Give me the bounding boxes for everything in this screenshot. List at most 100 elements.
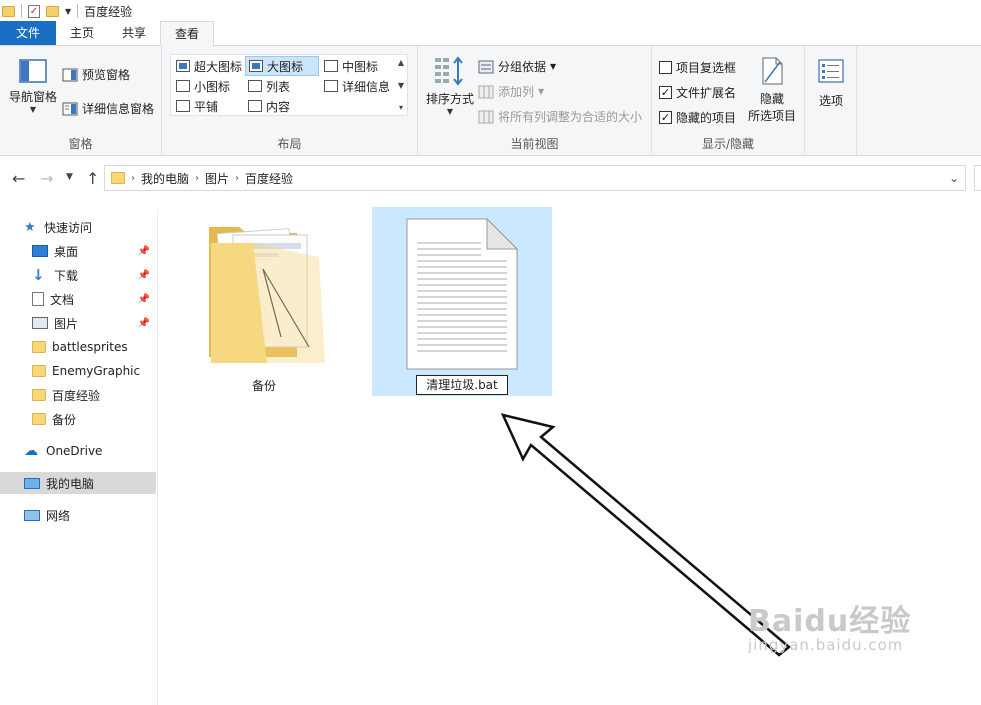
chevron-down-icon[interactable]: ▼ [398, 81, 404, 90]
pin-icon[interactable]: 📌 [138, 246, 150, 257]
size-all-columns-button[interactable]: 将所有列调整为合适的大小 [478, 108, 642, 125]
sidebar-item-label: battlesprites [52, 340, 128, 354]
layout-item-label: 小图标 [194, 79, 231, 94]
sidebar-item-enemygraphic[interactable]: EnemyGraphic [0, 360, 156, 382]
add-columns-button[interactable]: 添加列 ▼ [478, 83, 544, 100]
address-bar[interactable]: › 我的电脑 › 图片 › 百度经验 ⌄ [104, 165, 966, 191]
chevron-right-icon[interactable]: › [235, 173, 239, 184]
pin-icon[interactable]: 📌 [138, 270, 150, 281]
sidebar-item-documents[interactable]: 文档 📌 [0, 288, 156, 310]
chevron-right-icon[interactable]: › [195, 173, 199, 184]
details-pane-button[interactable]: 详细信息窗格 [62, 100, 154, 117]
extra-large-icons-icon [176, 60, 190, 72]
file-extensions-toggle[interactable]: ✓ 文件扩展名 [659, 84, 736, 101]
breadcrumb-baidu-jingyan[interactable]: 百度经验 [245, 170, 293, 187]
up-arrow-icon[interactable]: ↑ [86, 169, 99, 188]
tab-file[interactable]: 文件 [0, 21, 56, 45]
group-by-button[interactable]: 分组依据 ▼ [478, 58, 556, 75]
navigation-pane-button[interactable]: 导航窗格 ▼ [6, 58, 60, 114]
hidden-items-toggle[interactable]: ✓ 隐藏的项目 [659, 109, 736, 126]
sidebar-item-desktop[interactable]: 桌面 📌 [0, 240, 156, 262]
layout-extra-large-icons[interactable]: 超大图标 [173, 56, 245, 76]
chevron-down-icon: ▼ [550, 62, 557, 71]
forward-arrow-icon[interactable]: → [40, 169, 53, 188]
sidebar-item-label: 文档 [50, 292, 75, 307]
sidebar-item-label: 网络 [46, 508, 71, 523]
sidebar-item-network[interactable]: 网络 [0, 504, 156, 526]
expand-gallery-icon[interactable]: ▾ [399, 103, 403, 112]
sidebar-item-pictures[interactable]: 图片 📌 [0, 312, 156, 334]
search-box[interactable] [974, 165, 981, 191]
details-pane-icon [62, 102, 78, 115]
sidebar-item-this-pc[interactable]: 我的电脑 [0, 472, 156, 494]
sidebar-item-label: 我的电脑 [46, 476, 95, 491]
back-arrow-icon[interactable]: ← [12, 169, 25, 188]
folder-icon [209, 227, 325, 363]
folder-icon [111, 172, 125, 184]
options-button[interactable]: 选项 [807, 58, 855, 109]
properties-icon[interactable]: ✓ [28, 4, 40, 18]
layout-medium-icons[interactable]: 中图标 [321, 56, 381, 76]
customize-toolbar-dropdown[interactable]: ▼ [65, 7, 71, 16]
tab-view[interactable]: 查看 [160, 21, 215, 46]
hidden-items-checkbox[interactable]: ✓ [659, 111, 672, 124]
preview-pane-button[interactable]: 预览窗格 [62, 66, 130, 83]
sidebar-item-label: OneDrive [46, 444, 103, 458]
sidebar-item-baidu-jingyan[interactable]: 百度经验 [0, 384, 156, 406]
layout-content[interactable]: 内容 [245, 96, 293, 116]
hide-selected-label-1: 隐藏 [759, 92, 784, 106]
layout-gallery: 超大图标 大图标 中图标 小图标 列表 详细信息 平铺 内容 ▲ ▼ ▾ [170, 54, 408, 116]
item-checkboxes-checkbox[interactable] [659, 61, 672, 74]
panes-group-label: 窗格 [68, 137, 93, 151]
breadcrumb-pictures[interactable]: 图片 [205, 170, 229, 187]
chevron-up-icon[interactable]: ▲ [398, 58, 404, 67]
chevron-down-icon[interactable]: ⌄ [949, 171, 959, 185]
pin-icon[interactable]: 📌 [138, 294, 150, 305]
tab-home[interactable]: 主页 [56, 21, 108, 45]
breadcrumb-this-pc[interactable]: 我的电脑 [141, 170, 189, 187]
chevron-down-icon: ▼ [29, 105, 37, 114]
small-icons-icon [176, 80, 190, 92]
desktop-icon [32, 245, 48, 257]
layout-small-icons[interactable]: 小图标 [173, 76, 233, 96]
hide-selected-items-button[interactable]: 隐藏 所选项目 [744, 56, 800, 124]
rename-input[interactable]: 清理垃圾.bat [416, 375, 508, 395]
layout-tiles[interactable]: 平铺 [173, 96, 221, 116]
item-checkboxes-toggle[interactable]: 项目复选框 [659, 59, 736, 76]
pin-icon[interactable]: 📌 [138, 318, 150, 329]
current-view-group-label: 当前视图 [510, 137, 559, 151]
title-bar: ✓ ▼ 百度经验 [0, 0, 981, 22]
sidebar-item-downloads[interactable]: ↓ 下载 📌 [0, 264, 156, 286]
sidebar-item-onedrive[interactable]: ☁ OneDrive [0, 440, 156, 462]
file-extensions-checkbox[interactable]: ✓ [659, 86, 672, 99]
hide-items-icon [762, 57, 783, 85]
file-item-cleanup-bat[interactable]: 清理垃圾.bat [372, 207, 552, 396]
layout-gallery-scroll[interactable]: ▲ ▼ ▾ [395, 55, 407, 115]
layout-list[interactable]: 列表 [245, 76, 293, 96]
layout-large-icons[interactable]: 大图标 [245, 56, 319, 76]
new-folder-icon[interactable] [46, 5, 59, 17]
layout-item-label: 列表 [266, 79, 291, 94]
chevron-right-icon[interactable]: › [131, 173, 135, 184]
layout-details[interactable]: 详细信息 [321, 76, 393, 96]
sidebar-item-backup[interactable]: 备份 [0, 408, 156, 430]
sort-by-button[interactable]: 排序方式 ▼ [422, 56, 478, 116]
watermark-logo: Baidu经验 [748, 604, 912, 639]
window-title: 百度经验 [84, 4, 133, 19]
folder-icon [32, 389, 46, 401]
show-hide-group: 项目复选框 ✓ 文件扩展名 ✓ 隐藏的项目 隐藏 所选项目 显示/隐藏 [652, 46, 805, 156]
folder-icon [32, 413, 46, 425]
sidebar-item-label: 百度经验 [52, 388, 101, 403]
recent-locations-dropdown[interactable]: ▼ [66, 172, 73, 182]
star-icon: ★ [24, 220, 36, 235]
chevron-down-icon: ▼ [446, 107, 454, 116]
sidebar-item-quick-access[interactable]: ★ 快速访问 [0, 216, 156, 238]
navigation-pane: ★ 快速访问 桌面 📌 ↓ 下载 📌 文档 📌 图片 📌 battlesprit… [0, 210, 158, 705]
list-icon [248, 80, 262, 92]
folder-icon [32, 365, 46, 377]
sidebar-item-battlesprites[interactable]: battlesprites [0, 336, 156, 358]
folder-icon [2, 5, 15, 17]
tab-share[interactable]: 共享 [108, 21, 160, 45]
file-item-backup-folder[interactable]: 备份 [199, 207, 329, 397]
large-icons-icon [249, 60, 263, 72]
